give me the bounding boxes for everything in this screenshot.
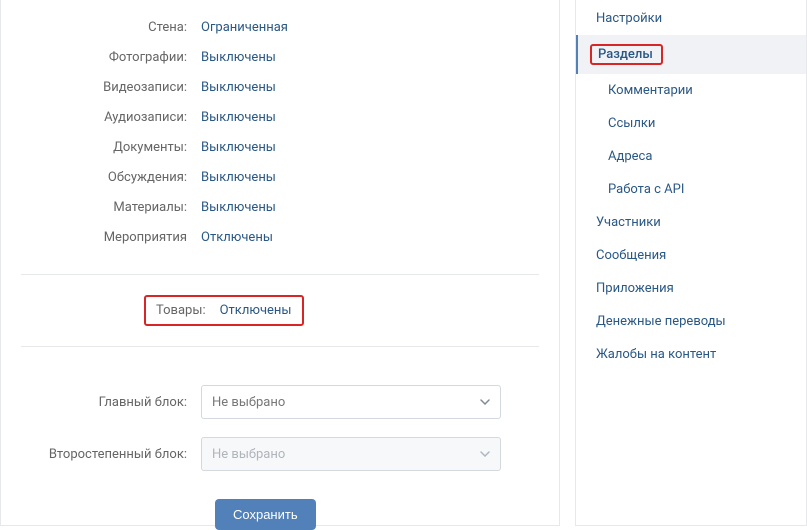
nav-money[interactable]: Денежные переводы [576,305,806,338]
nav-apps[interactable]: Приложения [576,272,806,305]
chevron-down-icon [480,451,490,457]
setting-row-materials: Материалы: Выключены [21,200,539,230]
setting-value-videos[interactable]: Выключены [201,80,276,95]
nav-complaints[interactable]: Жалобы на контент [576,338,806,371]
setting-label: Видеозаписи: [21,80,191,95]
main-block-select-value: Не выбрано [212,395,285,410]
setting-value-audio[interactable]: Выключены [201,110,276,125]
nav-settings[interactable]: Настройки [576,2,806,35]
setting-row-events: Мероприятия Отключены [21,230,539,260]
main-block-row: Главный блок: Не выбрано [21,385,539,419]
setting-label: Стена: [21,20,191,35]
setting-row-docs: Документы: Выключены [21,140,539,170]
save-button[interactable]: Сохранить [215,499,316,530]
chevron-down-icon [480,399,490,405]
setting-value-materials[interactable]: Выключены [201,200,276,215]
setting-row-videos: Видеозаписи: Выключены [21,80,539,110]
nav-addresses[interactable]: Адреса [576,140,806,173]
setting-row-photos: Фотографии: Выключены [21,50,539,80]
highlight-sections: Разделы [590,44,663,65]
secondary-block-label: Второстепенный блок: [21,447,201,462]
setting-label: Фотографии: [21,50,191,65]
setting-label: Материалы: [21,200,191,215]
setting-row-discussions: Обсуждения: Выключены [21,170,539,200]
setting-value-photos[interactable]: Выключены [201,50,276,65]
nav-comments[interactable]: Комментарии [576,74,806,107]
setting-label-tovary: Товары: [156,303,210,318]
secondary-block-row: Второстепенный блок: Не выбрано [21,437,539,471]
main-block-select[interactable]: Не выбрано [201,385,501,419]
setting-value-wall[interactable]: Ограниченная [201,20,288,35]
separator [21,274,539,275]
nav-members[interactable]: Участники [576,206,806,239]
nav-api[interactable]: Работа с API [576,173,806,206]
setting-label: Обсуждения: [21,170,191,185]
nav-sections[interactable]: Разделы [576,35,806,74]
main-block-label: Главный блок: [21,395,201,410]
setting-value-events[interactable]: Отключены [201,230,273,245]
setting-value-docs[interactable]: Выключены [201,140,276,155]
separator [21,346,539,347]
setting-row-audio: Аудиозаписи: Выключены [21,110,539,140]
secondary-block-select-value: Не выбрано [212,447,285,462]
setting-row-wall: Стена: Ограниченная [21,20,539,50]
setting-label: Мероприятия [21,230,191,245]
highlight-tovary: Товары: Отключены [144,295,304,326]
nav-links[interactable]: Ссылки [576,107,806,140]
setting-label: Документы: [21,140,191,155]
setting-value-discussions[interactable]: Выключены [201,170,276,185]
secondary-block-select: Не выбрано [201,437,501,471]
nav-messages[interactable]: Сообщения [576,239,806,272]
setting-value-tovary[interactable]: Отключены [220,303,292,318]
setting-label: Аудиозаписи: [21,110,191,125]
